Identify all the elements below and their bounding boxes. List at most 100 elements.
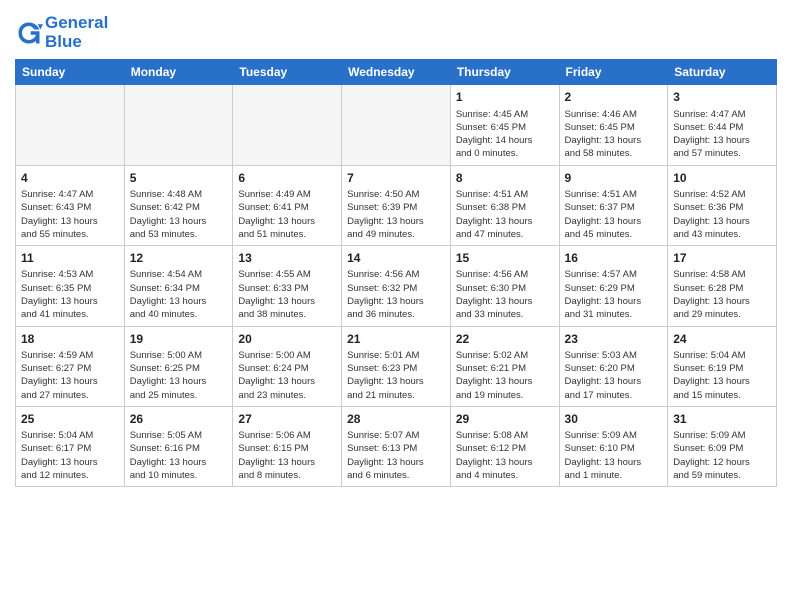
calendar-cell: 17 Sunrise: 4:58 AM Sunset: 6:28 PM Dayli… <box>668 246 777 326</box>
calendar-cell: 25 Sunrise: 5:04 AM Sunset: 6:17 PM Dayli… <box>16 406 125 486</box>
calendar-cell: 12Sunrise: 4:54 AM Sunset: 6:34 PM Dayli… <box>124 246 233 326</box>
logo-text: General Blue <box>45 14 108 51</box>
day-info: Sunrise: 4:45 AM Sunset: 6:45 PM Dayligh… <box>456 108 554 161</box>
day-number: 2 <box>565 89 663 105</box>
day-number: 26 <box>130 411 228 427</box>
weekday-header: SundayMondayTuesdayWednesdayThursdayFrid… <box>16 60 777 85</box>
calendar-cell: 10 Sunrise: 4:52 AM Sunset: 6:36 PM Dayli… <box>668 165 777 245</box>
day-number: 4 <box>21 170 119 186</box>
calendar-cell: 31 Sunrise: 5:09 AM Sunset: 6:09 PM Dayli… <box>668 406 777 486</box>
logo-area: General Blue <box>15 14 108 51</box>
day-number: 25 <box>21 411 119 427</box>
day-info: Sunrise: 5:02 AM Sunset: 6:21 PM Dayligh… <box>456 349 554 402</box>
day-number: 21 <box>347 331 445 347</box>
calendar-cell: 3 Sunrise: 4:47 AM Sunset: 6:44 PM Daylig… <box>668 85 777 165</box>
day-number: 18 <box>21 331 119 347</box>
calendar-cell: 14Sunrise: 4:56 AM Sunset: 6:32 PM Dayli… <box>342 246 451 326</box>
day-number: 8 <box>456 170 554 186</box>
day-info: Sunrise: 4:51 AM Sunset: 6:38 PM Dayligh… <box>456 188 554 241</box>
calendar-week-5: 25 Sunrise: 5:04 AM Sunset: 6:17 PM Dayli… <box>16 406 777 486</box>
day-number: 16 <box>565 250 663 266</box>
calendar-cell: 7Sunrise: 4:50 AM Sunset: 6:39 PM Daylig… <box>342 165 451 245</box>
calendar-cell: 26 Sunrise: 5:05 AM Sunset: 6:16 PM Dayli… <box>124 406 233 486</box>
day-info: Sunrise: 4:56 AM Sunset: 6:32 PM Dayligh… <box>347 268 445 321</box>
weekday-header-thursday: Thursday <box>450 60 559 85</box>
calendar-cell: 29 Sunrise: 5:08 AM Sunset: 6:12 PM Dayli… <box>450 406 559 486</box>
day-info: Sunrise: 4:47 AM Sunset: 6:44 PM Dayligh… <box>673 108 771 161</box>
day-info: Sunrise: 5:09 AM Sunset: 6:10 PM Dayligh… <box>565 429 663 482</box>
calendar-cell <box>233 85 342 165</box>
weekday-header-monday: Monday <box>124 60 233 85</box>
day-number: 29 <box>456 411 554 427</box>
day-info: Sunrise: 4:56 AM Sunset: 6:30 PM Dayligh… <box>456 268 554 321</box>
day-number: 3 <box>673 89 771 105</box>
calendar-cell: 11 Sunrise: 4:53 AM Sunset: 6:35 PM Dayli… <box>16 246 125 326</box>
calendar-week-3: 11 Sunrise: 4:53 AM Sunset: 6:35 PM Dayli… <box>16 246 777 326</box>
calendar-cell: 19 Sunrise: 5:00 AM Sunset: 6:25 PM Dayli… <box>124 326 233 406</box>
day-info: Sunrise: 4:52 AM Sunset: 6:36 PM Dayligh… <box>673 188 771 241</box>
day-number: 30 <box>565 411 663 427</box>
calendar-cell: 18 Sunrise: 4:59 AM Sunset: 6:27 PM Dayli… <box>16 326 125 406</box>
day-info: Sunrise: 5:04 AM Sunset: 6:19 PM Dayligh… <box>673 349 771 402</box>
weekday-header-saturday: Saturday <box>668 60 777 85</box>
calendar-body: 1 Sunrise: 4:45 AM Sunset: 6:45 PM Daylig… <box>16 85 777 487</box>
day-number: 6 <box>238 170 336 186</box>
day-number: 5 <box>130 170 228 186</box>
day-number: 24 <box>673 331 771 347</box>
calendar-cell: 21Sunrise: 5:01 AM Sunset: 6:23 PM Dayli… <box>342 326 451 406</box>
calendar-cell: 1 Sunrise: 4:45 AM Sunset: 6:45 PM Daylig… <box>450 85 559 165</box>
day-number: 27 <box>238 411 336 427</box>
calendar-cell: 6Sunrise: 4:49 AM Sunset: 6:41 PM Daylig… <box>233 165 342 245</box>
calendar-cell <box>342 85 451 165</box>
calendar-table: SundayMondayTuesdayWednesdayThursdayFrid… <box>15 59 777 487</box>
day-info: Sunrise: 4:58 AM Sunset: 6:28 PM Dayligh… <box>673 268 771 321</box>
calendar-cell <box>124 85 233 165</box>
day-number: 31 <box>673 411 771 427</box>
day-info: Sunrise: 4:48 AM Sunset: 6:42 PM Dayligh… <box>130 188 228 241</box>
day-info: Sunrise: 4:59 AM Sunset: 6:27 PM Dayligh… <box>21 349 119 402</box>
calendar-cell: 2 Sunrise: 4:46 AM Sunset: 6:45 PM Daylig… <box>559 85 668 165</box>
day-info: Sunrise: 5:03 AM Sunset: 6:20 PM Dayligh… <box>565 349 663 402</box>
calendar-cell: 22 Sunrise: 5:02 AM Sunset: 6:21 PM Dayli… <box>450 326 559 406</box>
calendar-cell: 16 Sunrise: 4:57 AM Sunset: 6:29 PM Dayli… <box>559 246 668 326</box>
calendar-cell <box>16 85 125 165</box>
weekday-header-sunday: Sunday <box>16 60 125 85</box>
day-info: Sunrise: 4:50 AM Sunset: 6:39 PM Dayligh… <box>347 188 445 241</box>
day-info: Sunrise: 4:47 AM Sunset: 6:43 PM Dayligh… <box>21 188 119 241</box>
page: General Blue SundayMondayTuesdayWednesda… <box>0 0 792 497</box>
day-number: 9 <box>565 170 663 186</box>
calendar-cell: 4 Sunrise: 4:47 AM Sunset: 6:43 PM Daylig… <box>16 165 125 245</box>
day-info: Sunrise: 4:53 AM Sunset: 6:35 PM Dayligh… <box>21 268 119 321</box>
calendar-cell: 24 Sunrise: 5:04 AM Sunset: 6:19 PM Dayli… <box>668 326 777 406</box>
day-info: Sunrise: 5:04 AM Sunset: 6:17 PM Dayligh… <box>21 429 119 482</box>
day-number: 1 <box>456 89 554 105</box>
calendar-cell: 27Sunrise: 5:06 AM Sunset: 6:15 PM Dayli… <box>233 406 342 486</box>
calendar-cell: 30 Sunrise: 5:09 AM Sunset: 6:10 PM Dayli… <box>559 406 668 486</box>
day-info: Sunrise: 5:00 AM Sunset: 6:24 PM Dayligh… <box>238 349 336 402</box>
day-number: 11 <box>21 250 119 266</box>
calendar-cell: 13Sunrise: 4:55 AM Sunset: 6:33 PM Dayli… <box>233 246 342 326</box>
day-info: Sunrise: 4:57 AM Sunset: 6:29 PM Dayligh… <box>565 268 663 321</box>
day-number: 10 <box>673 170 771 186</box>
calendar-cell: 9 Sunrise: 4:51 AM Sunset: 6:37 PM Daylig… <box>559 165 668 245</box>
calendar-cell: 15 Sunrise: 4:56 AM Sunset: 6:30 PM Dayli… <box>450 246 559 326</box>
day-number: 17 <box>673 250 771 266</box>
day-number: 28 <box>347 411 445 427</box>
day-number: 20 <box>238 331 336 347</box>
day-number: 12 <box>130 250 228 266</box>
weekday-header-tuesday: Tuesday <box>233 60 342 85</box>
day-info: Sunrise: 4:51 AM Sunset: 6:37 PM Dayligh… <box>565 188 663 241</box>
weekday-header-friday: Friday <box>559 60 668 85</box>
day-info: Sunrise: 5:05 AM Sunset: 6:16 PM Dayligh… <box>130 429 228 482</box>
day-info: Sunrise: 5:08 AM Sunset: 6:12 PM Dayligh… <box>456 429 554 482</box>
day-info: Sunrise: 5:07 AM Sunset: 6:13 PM Dayligh… <box>347 429 445 482</box>
day-number: 22 <box>456 331 554 347</box>
calendar-cell: 20 Sunrise: 5:00 AM Sunset: 6:24 PM Dayli… <box>233 326 342 406</box>
day-info: Sunrise: 5:09 AM Sunset: 6:09 PM Dayligh… <box>673 429 771 482</box>
day-info: Sunrise: 5:00 AM Sunset: 6:25 PM Dayligh… <box>130 349 228 402</box>
day-info: Sunrise: 4:46 AM Sunset: 6:45 PM Dayligh… <box>565 108 663 161</box>
day-number: 19 <box>130 331 228 347</box>
calendar-cell: 28 Sunrise: 5:07 AM Sunset: 6:13 PM Dayli… <box>342 406 451 486</box>
logo-icon <box>15 19 43 47</box>
day-number: 15 <box>456 250 554 266</box>
